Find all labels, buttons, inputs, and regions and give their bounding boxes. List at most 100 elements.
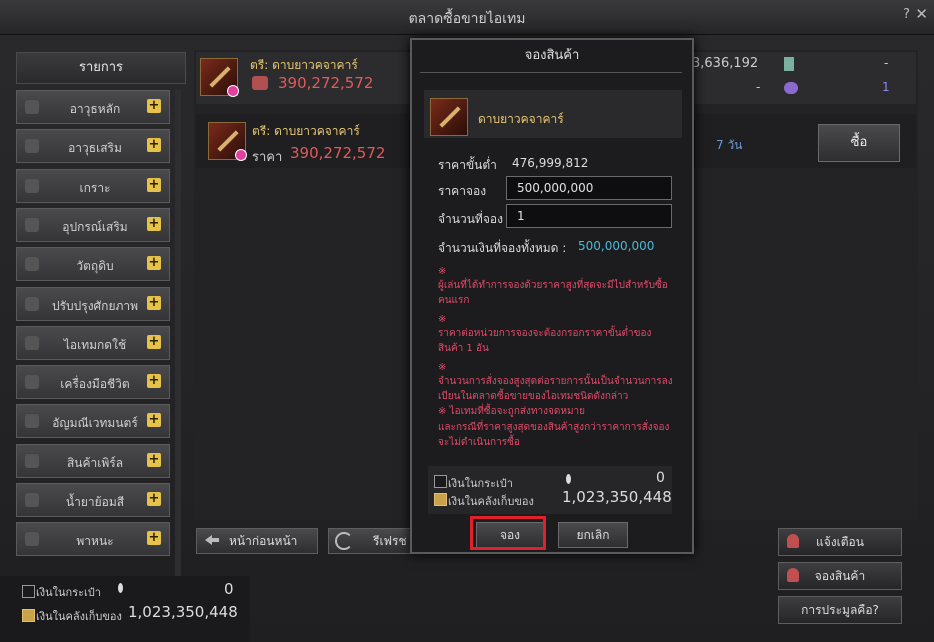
reserve-item-button[interactable]: จองสินค้า [778, 562, 902, 590]
silver-icon [252, 76, 268, 90]
expand-icon[interactable]: + [147, 413, 161, 428]
sidebar-item[interactable]: น้ำยาย้อมสี + [16, 483, 170, 517]
qty-label: จำนวนที่จอง [438, 212, 503, 226]
item-name: ตรี: ดาบยาวคจาคาร์ [252, 124, 360, 138]
note-text: จำนวนการสั่งจองสูงสุดต่อรายการนั้นเป็นจำ… [438, 376, 673, 402]
category-icon [25, 414, 39, 429]
expand-icon[interactable]: + [147, 138, 161, 153]
sidebar-item[interactable]: อัญมณีเวทมนตร์ + [16, 404, 170, 439]
min-price-value: 476,999,812 [512, 156, 589, 170]
alert-button[interactable]: แจ้งเตือน [778, 528, 902, 556]
expand-icon[interactable]: + [147, 99, 161, 113]
window-title: ตลาดซื้อขายไอเทม [408, 11, 526, 27]
sidebar-item[interactable]: ปรับปรุงศักยภาพ + [16, 286, 170, 321]
dialog-title: จองสินค้า [524, 48, 580, 63]
sidebar-item-label: วัตถุดิบ [76, 259, 114, 274]
category-icon [25, 257, 39, 272]
category-icon [25, 296, 39, 311]
total-value: 500,000,000 [578, 239, 655, 253]
min-price-label: ราคาขั้นต่ำ [438, 158, 497, 172]
sidebar-scrollbar[interactable] [175, 90, 181, 576]
sidebar-item[interactable]: ไอเทมกดใช้ + [16, 325, 170, 360]
reserve-price-input[interactable]: 500,000,000 [506, 176, 672, 200]
restricted-icon [227, 85, 239, 97]
expand-icon[interactable]: + [147, 295, 161, 310]
expand-icon[interactable]: + [147, 374, 161, 389]
sword-icon [430, 98, 468, 136]
dialog-inventory-value: 0 [656, 470, 665, 486]
users-icon [784, 82, 798, 94]
category-icon [25, 532, 39, 547]
storage-value: 1,023,350,448 [128, 603, 238, 621]
expand-icon[interactable]: + [147, 531, 161, 546]
refresh-label: รีเฟรช [373, 534, 407, 548]
refresh-icon [335, 532, 353, 550]
storage-checkbox[interactable] [22, 609, 35, 622]
restricted-icon [235, 149, 247, 161]
sidebar-item-label: ไอเทมกดใช้ [63, 337, 127, 352]
expand-icon[interactable]: + [147, 334, 161, 349]
inventory-checkbox[interactable] [22, 585, 35, 598]
sidebar-item[interactable]: อุปกรณ์เสริม + [16, 207, 170, 242]
alert-label: แจ้งเตือน [816, 535, 864, 549]
expand-icon[interactable]: + [147, 452, 161, 467]
divider [420, 72, 682, 73]
note-mark: ※ [438, 266, 447, 277]
storage-label: เงินในคลังเก็บของ [36, 610, 122, 623]
arrow-left-icon [205, 535, 219, 545]
category-icon [25, 100, 39, 114]
right-count: 1 [882, 80, 890, 94]
reserve-label: จองสินค้า [814, 569, 866, 583]
sidebar-item[interactable]: เกราะ + [16, 168, 170, 203]
expand-icon[interactable]: + [147, 492, 161, 506]
duration: 7 วัน [716, 138, 743, 152]
help-icon[interactable]: ? [903, 7, 910, 22]
qty-input[interactable]: 1 [506, 204, 672, 228]
item-price: 390,272,572 [290, 144, 386, 162]
highlight-box [470, 516, 546, 550]
dialog-item-name: ดาบยาวคจาคาร์ [478, 112, 564, 126]
bell-icon [787, 534, 799, 548]
sidebar-item-label: อัญมณีเวทมนตร์ [52, 416, 138, 431]
dialog-storage-value: 1,023,350,448 [562, 488, 672, 506]
category-icon [25, 493, 39, 507]
refresh-button[interactable]: รีเฟรช [328, 528, 414, 554]
sidebar-item-label: เกราะ [79, 180, 111, 195]
sidebar-item[interactable]: เครื่องมือชีวิต + [16, 365, 170, 400]
reserve-price-label: ราคาจอง [438, 184, 487, 198]
category-icon [25, 217, 39, 232]
sidebar-item-label: พาหนะ [76, 534, 114, 549]
buy-button[interactable]: ซื้อ [818, 124, 900, 162]
auction-help-label: การประมูลคือ? [801, 603, 879, 617]
total-label: จำนวนเงินที่จองทั้งหมด : [438, 241, 567, 255]
auction-help-button[interactable]: การประมูลคือ? [778, 596, 902, 624]
sidebar-item[interactable]: อาวุธหลัก + [16, 90, 170, 124]
sidebar-item[interactable]: สินค้าเพิร์ล + [16, 443, 170, 478]
dialog-storage-label: เงินในคลังเก็บของ [448, 495, 534, 508]
sidebar-item[interactable]: วัตถุดิบ + [16, 247, 170, 282]
item-name: ตรี: ดาบยาวคจาคาร์ [250, 58, 358, 72]
dialog-storage-checkbox[interactable] [434, 493, 447, 506]
cancel-button[interactable]: ยกเลิก [558, 522, 628, 548]
right-dash-2: - [756, 80, 761, 94]
prev-page-button[interactable]: หน้าก่อนหน้า [196, 528, 318, 554]
dialog-inventory-label: เงินในกระเป๋า [448, 477, 513, 490]
expand-icon[interactable]: + [147, 177, 161, 192]
note-text: ราคาต่อหน่วยการจองจะต้องกรอกราคาขั้นต่ำข… [438, 328, 652, 354]
sidebar-item[interactable]: พาหนะ + [16, 522, 170, 557]
right-value: 3,636,192 [692, 56, 759, 71]
category-icon [25, 375, 39, 390]
sidebar-item[interactable]: อาวุธเสริม + [16, 129, 170, 164]
price-label: ราคา [252, 150, 283, 165]
expand-icon[interactable]: + [147, 256, 161, 271]
dialog-inventory-checkbox[interactable] [434, 475, 447, 488]
expand-icon[interactable]: + [147, 216, 161, 231]
sidebar-item-label: น้ำยาย้อมสี [65, 495, 125, 509]
sidebar-item-label: อุปกรณ์เสริม [62, 219, 128, 234]
category-icon [25, 139, 39, 154]
close-icon[interactable]: ✕ [915, 5, 928, 23]
inventory-label: เงินในกระเป๋า [36, 586, 101, 599]
sidebar-item-label: เครื่องมือชีวิต [60, 377, 130, 392]
note-text: ผู้เล่นที่ได้ทำการจองด้วยราคาสูงที่สุดจะ… [438, 280, 668, 306]
category-icon [25, 453, 39, 468]
